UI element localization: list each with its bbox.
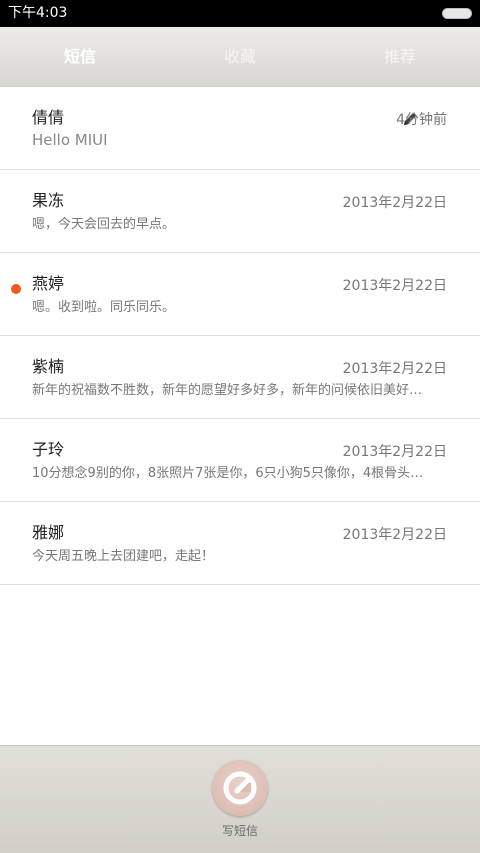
bottom-bar: 写短信	[0, 745, 480, 853]
message-preview: 新年的祝福数不胜数，新年的愿望好多好多，新年的问候依旧美好…	[32, 383, 423, 398]
conversation-row[interactable]: 燕婷 2013年2月22日 嗯。收到啦。同乐同乐。	[0, 253, 480, 336]
tab-favorites[interactable]: 收藏	[160, 27, 320, 86]
compose-label: 写短信	[221, 824, 258, 838]
conversation-list: 倩倩 4分钟前 Hello MIUI 果冻 2013年2月22日 嗯，今天会回去…	[0, 87, 480, 585]
message-preview: 嗯。收到啦。同乐同乐。	[32, 300, 176, 315]
contact-name: 倩倩	[32, 108, 65, 127]
compose-icon	[223, 771, 257, 805]
conversation-row[interactable]: 雅娜 2013年2月22日 今天周五晚上去团建吧，走起！	[0, 502, 480, 585]
status-bar: 下午4:03	[0, 0, 480, 27]
message-preview: 今天周五晚上去团建吧，走起！	[32, 549, 215, 564]
battery-icon	[442, 8, 472, 19]
message-date: 2013年2月22日	[342, 444, 447, 460]
message-preview: 嗯，今天会回去的早点。	[32, 217, 176, 232]
tab-messages[interactable]: 短信	[0, 27, 160, 86]
contact-name: 雅娜	[32, 523, 65, 542]
conversation-row[interactable]: 果冻 2013年2月22日 嗯，今天会回去的早点。	[0, 170, 480, 253]
conversation-row[interactable]: 倩倩 4分钟前 Hello MIUI	[0, 87, 480, 170]
message-preview: 10分想念9别的你，8张照片7张是你，6只小狗5只像你，4根骨头…	[32, 466, 424, 481]
message-preview: Hello MIUI	[32, 131, 108, 149]
conversation-row[interactable]: 紫楠 2013年2月22日 新年的祝福数不胜数，新年的愿望好多好多，新年的问候依…	[0, 336, 480, 419]
contact-name: 燕婷	[32, 274, 65, 293]
message-date: 2013年2月22日	[342, 527, 447, 543]
contact-name: 子玲	[32, 440, 65, 459]
contact-name: 紫楠	[32, 357, 65, 376]
conversation-row[interactable]: 子玲 2013年2月22日 10分想念9别的你，8张照片7张是你，6只小狗5只像…	[0, 419, 480, 502]
message-date: 2013年2月22日	[342, 278, 447, 294]
message-time: 4分钟前	[396, 112, 447, 128]
message-date: 2013年2月22日	[342, 361, 447, 377]
tab-bar: 短信 收藏 推荐	[0, 27, 480, 87]
status-time: 下午4:03	[8, 5, 68, 21]
unread-indicator	[11, 284, 21, 294]
contact-name: 果冻	[32, 191, 65, 210]
compose-button[interactable]	[212, 760, 268, 816]
message-date: 2013年2月22日	[342, 195, 447, 211]
tab-recommend[interactable]: 推荐	[320, 27, 480, 86]
